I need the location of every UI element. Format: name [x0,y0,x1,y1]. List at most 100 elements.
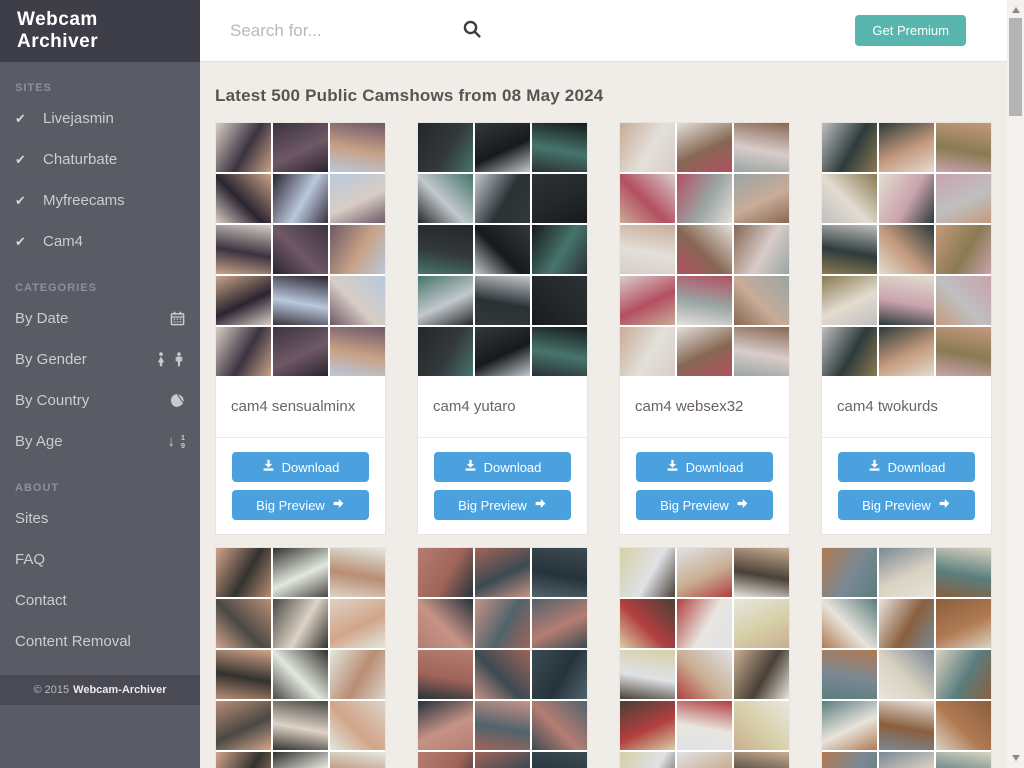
scrollbar-thumb[interactable] [1009,18,1022,116]
camshow-thumbnail[interactable] [418,123,587,376]
thumbnail-frame [418,276,473,325]
download-label: Download [685,459,744,475]
thumbnail-frame [330,327,385,376]
thumbnail-frame [936,276,991,325]
sidebar-item-by-age[interactable]: By Age ↓ 19 [15,421,185,462]
thumbnail-frame [273,225,328,274]
camshow-thumbnail[interactable] [822,548,991,768]
big-preview-button[interactable]: Big Preview [636,490,773,520]
female-icon [157,352,165,367]
thumbnail-frame [879,123,934,172]
thumbnail-frame [475,276,530,325]
sidebar-item-chaturbate[interactable]: ✔ Chaturbate [15,139,185,180]
thumbnail-frame [475,548,530,597]
sidebar-item-cam4[interactable]: ✔ Cam4 [15,221,185,262]
scroll-up-button[interactable] [1007,2,1024,18]
check-icon: ✔ [15,234,26,249]
main-content: Latest 500 Public Camshows from 08 May 2… [200,62,1007,768]
female-male-icons [155,352,185,367]
thumbnail-frame [216,701,271,750]
page: Webcam Archiver Sites ✔ Livejasmin ✔ Cha… [0,0,1024,768]
thumbnail-frame [475,599,530,648]
thumbnail-frame [879,701,934,750]
thumbnail-frame [677,123,732,172]
big-preview-button[interactable]: Big Preview [232,490,369,520]
thumbnail-frame [822,548,877,597]
get-premium-button[interactable]: Get Premium [855,15,966,46]
thumbnail-frame [879,276,934,325]
scroll-down-icon [1011,755,1020,761]
download-button[interactable]: Download [636,452,773,482]
thumbnail-frame [879,225,934,274]
camshow-thumbnail[interactable] [418,548,587,768]
thumbnail-frame [822,123,877,172]
thumbnail-frame [936,650,991,699]
sidebar-item-content-removal[interactable]: Content Removal [15,621,185,662]
check-icon: ✔ [15,111,26,126]
sidebar-item-faq[interactable]: FAQ [15,539,185,580]
download-button[interactable]: Download [838,452,975,482]
sidebar-item-sites[interactable]: Sites [15,498,185,539]
sidebar-item-by-country[interactable]: By Country [15,380,185,421]
thumbnail-frame [620,327,675,376]
thumbnail-frame [677,276,732,325]
big-preview-button[interactable]: Big Preview [434,490,571,520]
arrow-right-icon [736,497,749,513]
download-label: Download [281,459,340,475]
thumbnail-frame [273,276,328,325]
thumbnail-frame [216,548,271,597]
thumbnail-frame [936,174,991,223]
search-button[interactable] [462,19,482,42]
thumbnail-frame [620,599,675,648]
thumbnail-frame [822,599,877,648]
camshow-thumbnail[interactable] [216,123,385,376]
big-preview-button[interactable]: Big Preview [838,490,975,520]
sidebar-item-label: Cam4 [43,233,84,250]
camshow-title: cam4 websex32 [620,376,789,438]
thumbnail-frame [273,548,328,597]
sidebar-item-contact[interactable]: Contact [15,580,185,621]
thumbnail-frame [677,327,732,376]
thumbnail-frame [677,225,732,274]
search-input[interactable] [230,20,456,41]
thumbnail-frame [936,327,991,376]
download-button[interactable]: Download [434,452,571,482]
card-footer: Download Big Preview [620,438,789,534]
thumbnail-frame [216,327,271,376]
thumbnail-frame [532,225,587,274]
camshow-thumbnail[interactable] [216,548,385,768]
male-icon [175,352,183,367]
sidebar-item-label: By Gender [15,351,87,368]
thumbnail-frame [734,650,789,699]
thumbnail-frame [418,701,473,750]
camshow-thumbnail[interactable] [620,548,789,768]
sidebar-item-by-date[interactable]: By Date [15,298,185,339]
sidebar-item-myfreecams[interactable]: ✔ Myfreecams [15,180,185,221]
card-footer: Download Big Preview [822,438,991,534]
thumbnail-frame [532,701,587,750]
thumbnail-frame [677,650,732,699]
thumbnail-frame [475,701,530,750]
camshow-card [619,547,790,768]
sidebar-item-livejasmin[interactable]: ✔ Livejasmin [15,98,185,139]
thumbnail-frame [475,752,530,768]
thumbnail-frame [475,174,530,223]
thumbnail-frame [936,225,991,274]
camshow-thumbnail[interactable] [822,123,991,376]
thumbnail-frame [418,599,473,648]
scrollbar[interactable] [1007,0,1024,768]
thumbnail-frame [936,752,991,768]
camshow-thumbnail[interactable] [620,123,789,376]
sidebar-item-by-gender[interactable]: By Gender [15,339,185,380]
thumbnail-frame [418,548,473,597]
thumbnail-frame [475,225,530,274]
thumbnail-frame [532,276,587,325]
big-preview-label: Big Preview [458,497,527,513]
download-button[interactable]: Download [232,452,369,482]
brand-logo[interactable]: Webcam Archiver [0,0,200,62]
thumbnail-frame [418,174,473,223]
thumbnail-frame [216,225,271,274]
scroll-down-button[interactable] [1007,750,1024,766]
camshow-card: cam4 twokurds Download Big Preview [821,122,992,535]
header: Get Premium [200,0,1007,62]
